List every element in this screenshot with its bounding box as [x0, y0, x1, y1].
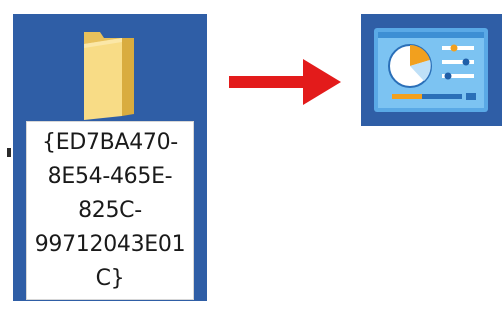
control-panel-icon: [374, 28, 488, 112]
desktop-folder-item[interactable]: {ED7BA470- 8E54-465E- 825C- 99712043E01 …: [13, 14, 207, 301]
label-line-2: 8E54-465E-: [47, 163, 173, 189]
folder-name-label[interactable]: {ED7BA470- 8E54-465E- 825C- 99712043E01 …: [26, 121, 194, 300]
label-line-5: C}: [95, 265, 125, 291]
label-line-4: 99712043E01: [34, 231, 186, 257]
folder-icon: [84, 32, 134, 120]
control-panel-item[interactable]: [361, 14, 502, 126]
label-line-1: {ED7BA470-: [42, 129, 178, 155]
arrow-right-icon: [229, 59, 341, 105]
edge-marker: [7, 148, 11, 157]
screenshot-stage: {ED7BA470- 8E54-465E- 825C- 99712043E01 …: [0, 0, 502, 309]
label-line-3: 825C-: [78, 197, 142, 223]
